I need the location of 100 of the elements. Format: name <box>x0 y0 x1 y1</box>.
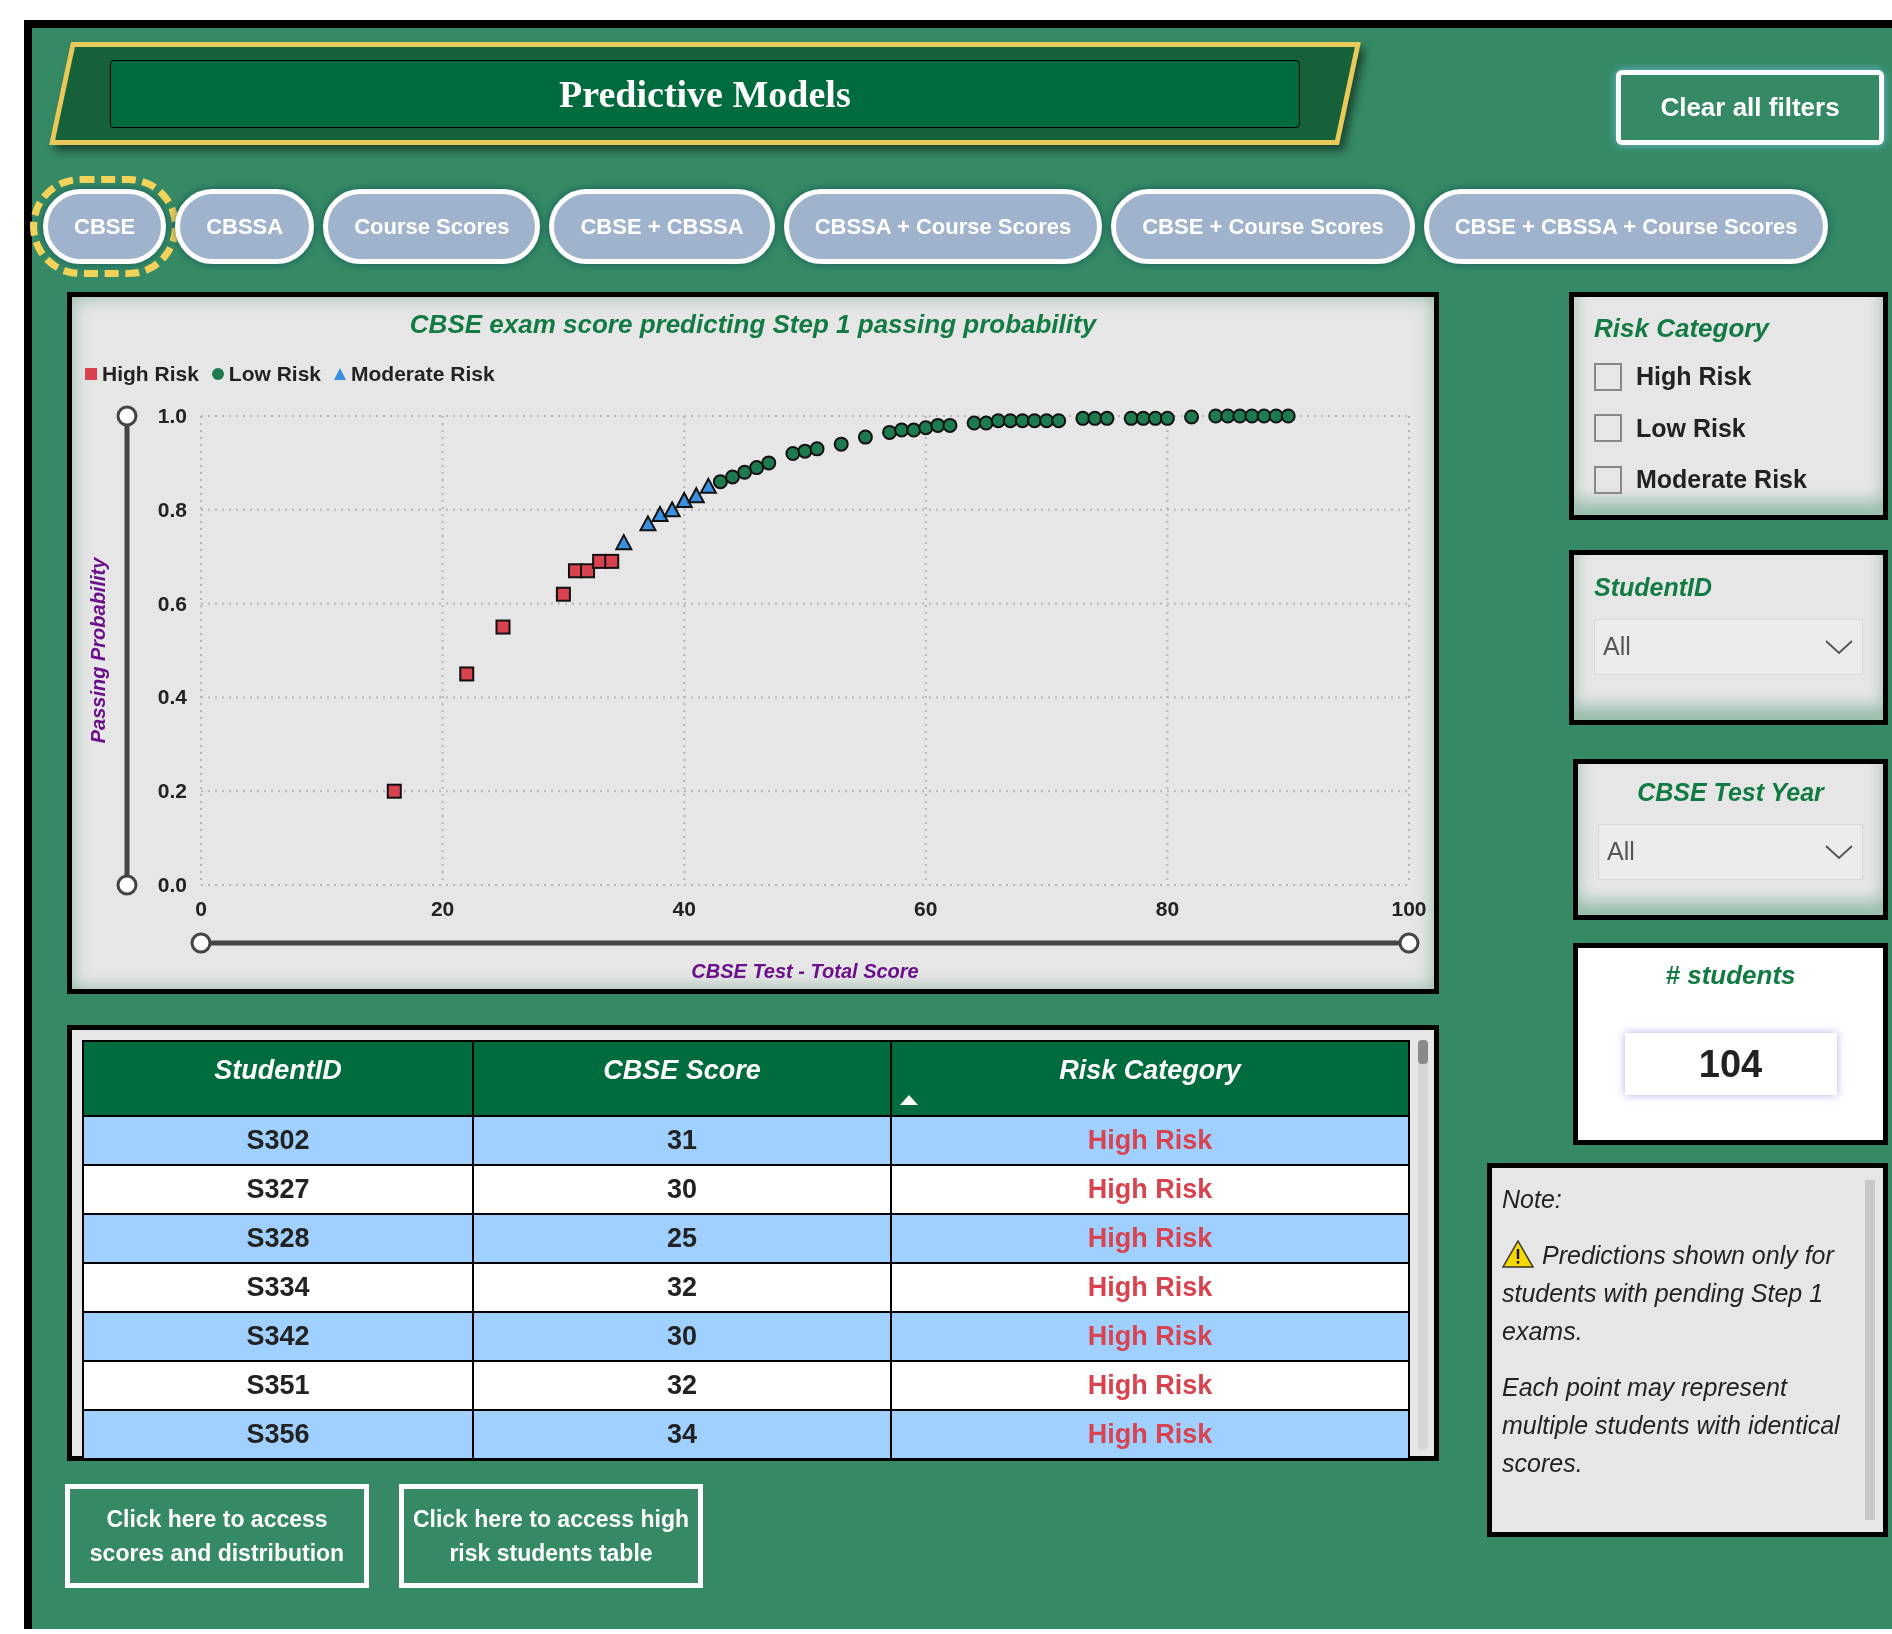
data-point <box>1002 412 1018 428</box>
checkbox[interactable] <box>1594 414 1622 443</box>
data-point <box>1159 410 1175 426</box>
checkbox[interactable] <box>1594 465 1622 494</box>
data-point <box>386 783 402 799</box>
filter-title: StudentID <box>1594 572 1713 603</box>
data-point <box>761 454 777 470</box>
y-tick-label: 0.8 <box>157 497 187 521</box>
legend-marker-icon <box>333 366 348 381</box>
column-header[interactable]: Risk Category <box>891 1041 1409 1116</box>
dropdown[interactable]: All <box>1594 618 1863 675</box>
data-point <box>580 562 596 578</box>
data-point <box>857 429 873 445</box>
tab[interactable]: CBSE + Course Scores <box>1111 189 1415 264</box>
data-point <box>614 532 633 550</box>
data-point <box>712 473 728 489</box>
data-point <box>1051 412 1067 428</box>
data-point <box>675 490 694 508</box>
table-cell: High Risk <box>891 1410 1409 1459</box>
data-point <box>942 417 958 433</box>
data-point <box>833 436 849 452</box>
data-point <box>638 513 658 531</box>
data-point <box>459 665 475 681</box>
data-point <box>1099 410 1115 426</box>
data-point <box>687 485 706 503</box>
scrollbar-thumb[interactable] <box>1418 1040 1428 1064</box>
column-header[interactable]: CBSE Score <box>473 1041 891 1116</box>
x-tick-label: 80 <box>1155 896 1180 920</box>
range-slider[interactable] <box>116 405 138 895</box>
filter-title: Risk Category <box>1594 312 1769 345</box>
y-tick-label: 0.2 <box>157 778 187 802</box>
legend-item: Low Risk <box>210 358 322 390</box>
data-point <box>1135 410 1151 426</box>
data-point <box>1075 410 1091 426</box>
data-point <box>699 476 718 494</box>
column-header[interactable]: StudentID <box>83 1041 473 1116</box>
tab[interactable]: CBSSA + Course Scores <box>783 189 1103 264</box>
page-title: Predictive Models <box>110 59 1300 128</box>
x-tick-label: 60 <box>914 896 938 920</box>
tab[interactable]: CBSE + CBSSA + Course Scores <box>1423 189 1829 264</box>
note-title: Note: <box>1502 1184 1562 1215</box>
tab[interactable]: Course Scores <box>323 189 541 264</box>
y-tick-label: 1.0 <box>157 403 187 427</box>
data-point <box>725 468 740 484</box>
student-count: 104 <box>1624 1033 1837 1095</box>
dropdown[interactable]: All <box>1598 823 1863 880</box>
y-axis-label: Passing Probability <box>87 557 109 743</box>
option-label[interactable]: High Risk <box>1636 358 1752 396</box>
data-point <box>1039 412 1055 428</box>
chevron-down-icon[interactable] <box>1824 638 1854 655</box>
legend-item: High Risk <box>84 358 199 390</box>
legend-marker-icon <box>84 366 98 381</box>
x-tick-label: 40 <box>672 896 696 920</box>
data-point <box>1123 410 1139 426</box>
dropdown-value: All <box>1607 835 1635 867</box>
chevron-down-icon[interactable] <box>1824 843 1854 860</box>
x-tick-label: 0 <box>195 896 207 920</box>
table-cell: 34 <box>473 1410 891 1459</box>
data-point <box>1208 408 1224 423</box>
data-point <box>604 553 620 569</box>
option-label[interactable]: Low Risk <box>1636 409 1746 447</box>
data-point <box>906 422 922 438</box>
data-point <box>1147 410 1163 426</box>
chart-title: CBSE exam score predicting Step 1 passing probability <box>409 308 1097 341</box>
data-point <box>495 619 511 635</box>
checkbox[interactable] <box>1594 362 1622 391</box>
data-point <box>978 415 994 431</box>
sort-ascending-icon[interactable] <box>900 1095 918 1105</box>
y-tick-label: 0.0 <box>157 872 187 896</box>
clear-filters-button[interactable]: Clear all filters <box>1616 70 1884 145</box>
range-slider[interactable] <box>190 932 1420 953</box>
data-point <box>1087 410 1103 426</box>
y-tick-label: 0.4 <box>157 684 187 708</box>
data-point <box>882 424 898 440</box>
count-title: # students <box>1665 959 1796 992</box>
x-tick-label: 20 <box>430 896 455 920</box>
data-point <box>555 586 571 602</box>
legend-item: Moderate Risk <box>333 358 495 390</box>
link-button[interactable]: Click here to access high risk students table <box>399 1484 703 1588</box>
x-tick-label: 100 <box>1391 896 1427 920</box>
data-point <box>785 445 801 461</box>
tab[interactable]: CBSSA <box>175 189 315 264</box>
data-point <box>650 504 670 522</box>
data-point <box>809 440 825 456</box>
data-point <box>662 499 682 517</box>
data-point <box>1184 408 1200 424</box>
tab[interactable]: CBSE + CBSSA <box>549 189 775 264</box>
data-point <box>737 464 753 480</box>
scrollbar[interactable] <box>1418 1040 1428 1450</box>
link-button[interactable]: Click here to access scores and distribution <box>65 1484 369 1588</box>
y-tick-label: 0.6 <box>157 591 187 615</box>
note-text: Each point may represent multiple students with identical scores. <box>1502 1372 1841 1479</box>
scrollbar[interactable] <box>1865 1180 1875 1520</box>
filter-title: CBSE Test Year <box>1637 777 1824 808</box>
data-point <box>966 415 982 431</box>
option-label[interactable]: Moderate Risk <box>1636 461 1807 499</box>
data-point <box>918 419 934 435</box>
data-point <box>1244 408 1260 423</box>
data-point <box>1280 408 1296 423</box>
table-cell: S356 <box>83 1410 473 1459</box>
